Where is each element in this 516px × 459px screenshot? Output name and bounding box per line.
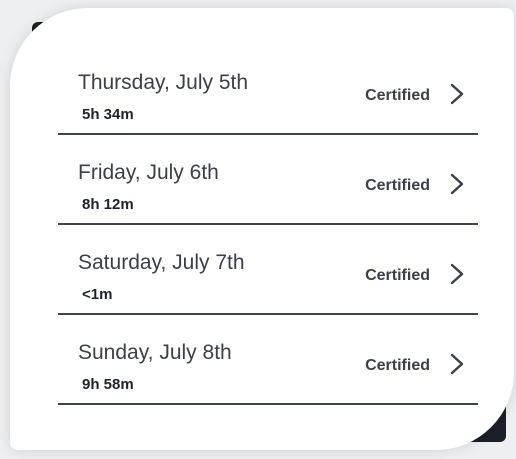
chevron-right-icon[interactable] (450, 173, 464, 195)
day-date: Sunday, July 8th (78, 341, 232, 364)
screen: Thursday, July 5th 5h 34m Certified Frid… (0, 0, 516, 459)
chevron-right-icon[interactable] (450, 353, 464, 375)
day-date: Saturday, July 7th (78, 251, 245, 274)
chevron-right-icon[interactable] (450, 83, 464, 105)
certified-status: Certified (365, 177, 430, 194)
day-duration: 5h 34m (82, 106, 134, 123)
certified-status: Certified (365, 267, 430, 284)
day-date: Friday, July 6th (78, 161, 219, 184)
day-row-sunday[interactable]: Sunday, July 8th 9h 58m Certified (58, 317, 478, 405)
day-duration: 8h 12m (82, 196, 134, 213)
day-log-list: Thursday, July 5th 5h 34m Certified Frid… (58, 47, 478, 405)
chevron-right-icon[interactable] (450, 263, 464, 285)
day-row-thursday[interactable]: Thursday, July 5th 5h 34m Certified (58, 47, 478, 135)
day-duration: <1m (82, 286, 113, 303)
certified-status: Certified (365, 357, 430, 374)
certified-status: Certified (365, 87, 430, 104)
day-duration: 9h 58m (82, 376, 134, 393)
day-date: Thursday, July 5th (78, 71, 249, 94)
day-row-saturday[interactable]: Saturday, July 7th <1m Certified (58, 227, 478, 315)
day-row-friday[interactable]: Friday, July 6th 8h 12m Certified (58, 137, 478, 225)
